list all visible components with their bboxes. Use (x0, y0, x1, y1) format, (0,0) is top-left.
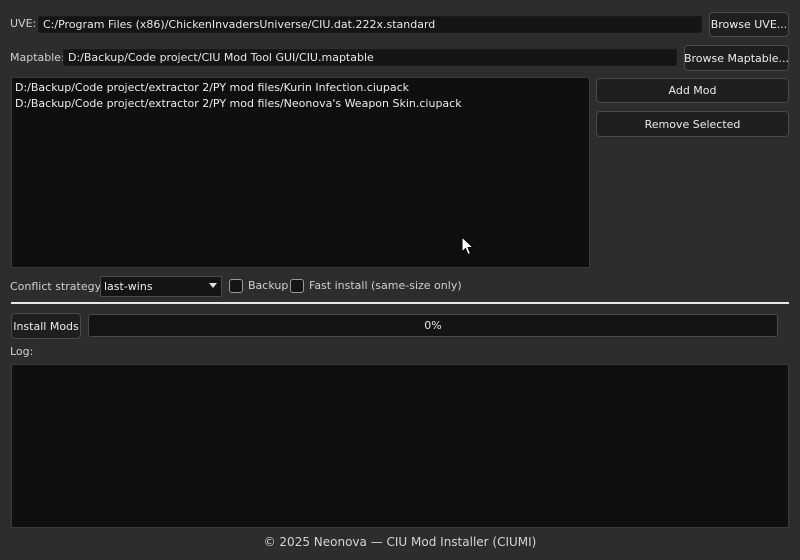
separator (11, 302, 789, 304)
add-mod-button[interactable]: Add Mod (596, 78, 789, 103)
backup-label: Backup (248, 279, 289, 292)
backup-option[interactable]: Backup (229, 278, 288, 294)
log-label: Log: (10, 345, 34, 358)
mod-list[interactable]: D:/Backup/Code project/extractor 2/PY mo… (11, 77, 590, 268)
conflict-strategy-select[interactable]: last-wins (100, 276, 222, 297)
install-progress-bar: 0% (88, 314, 778, 337)
conflict-strategy-label: Conflict strategy: (10, 280, 105, 293)
fast-install-option[interactable]: Fast install (same-size only) (290, 278, 462, 294)
list-item[interactable]: D:/Backup/Code project/extractor 2/PY mo… (15, 96, 586, 112)
list-item[interactable]: D:/Backup/Code project/extractor 2/PY mo… (15, 80, 586, 96)
mouse-pointer-icon (461, 236, 474, 256)
chevron-down-icon (209, 283, 217, 288)
uve-path-input[interactable]: C:/Program Files (x86)/ChickenInvadersUn… (38, 16, 702, 33)
maptable-label: Maptable: (10, 51, 65, 64)
uve-label: UVE: (10, 17, 37, 30)
maptable-path-input[interactable]: D:/Backup/Code project/CIU Mod Tool GUI/… (63, 49, 677, 66)
browse-maptable-button[interactable]: Browse Maptable... (684, 45, 789, 71)
remove-selected-button[interactable]: Remove Selected (596, 111, 789, 137)
footer-copyright: © 2025 Neonova — CIU Mod Installer (CIUM… (263, 535, 537, 549)
browse-uve-button[interactable]: Browse UVE... (709, 12, 789, 37)
progress-text: 0% (424, 319, 442, 332)
backup-checkbox[interactable] (229, 279, 243, 293)
install-mods-button[interactable]: Install Mods (11, 313, 81, 339)
fast-install-label: Fast install (same-size only) (309, 279, 462, 292)
log-output[interactable] (11, 364, 789, 528)
fast-install-checkbox[interactable] (290, 279, 304, 293)
conflict-strategy-value: last-wins (104, 280, 153, 293)
